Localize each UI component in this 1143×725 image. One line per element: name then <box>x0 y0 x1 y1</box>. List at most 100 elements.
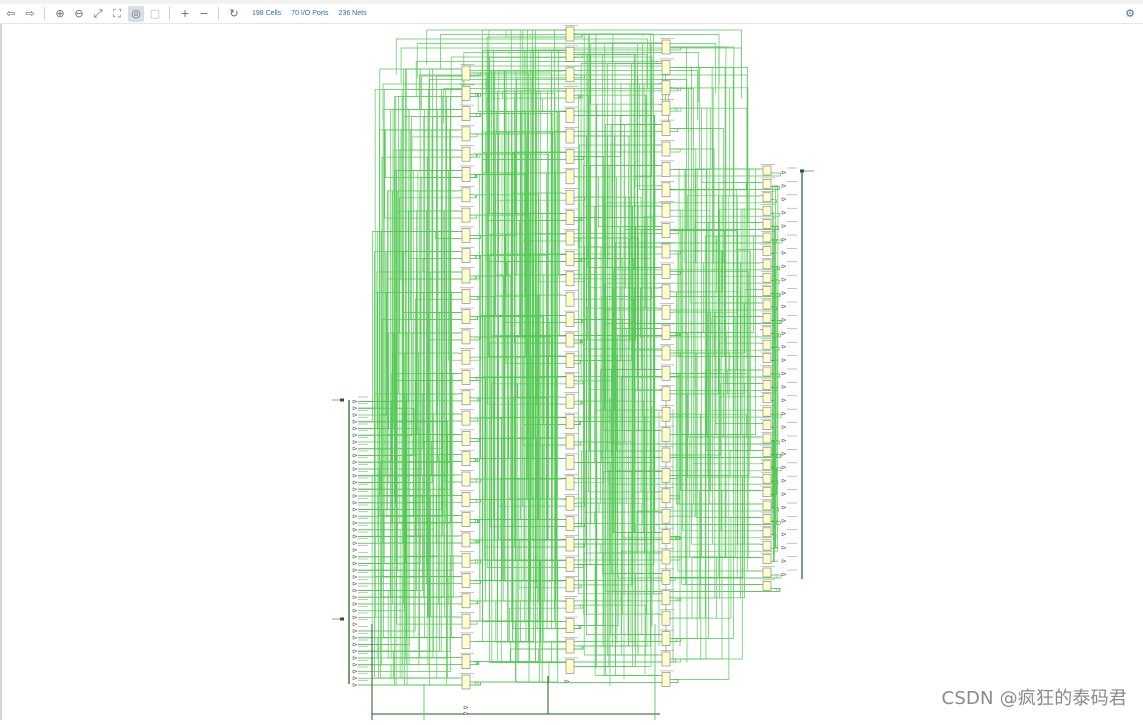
schematic-svg[interactable] <box>0 24 1143 720</box>
fdre-cell <box>462 472 470 486</box>
fdre-cell <box>566 251 574 265</box>
fdre-cell <box>763 474 771 483</box>
input-buffer <box>353 454 357 457</box>
zoom-area-icon: ⛶ <box>113 8 121 19</box>
fdre-cell <box>566 598 574 612</box>
fdre-cell <box>566 476 574 490</box>
fdre-cell <box>662 407 670 421</box>
output-buffer <box>782 573 786 576</box>
fdre-cell <box>566 47 574 61</box>
net-wire <box>473 73 563 112</box>
input-buffer <box>353 663 357 666</box>
fdre-cell <box>566 619 574 633</box>
zoom-out-button[interactable]: ⊖ <box>71 6 87 22</box>
net-wire <box>358 537 459 597</box>
minus-icon: − <box>199 8 208 19</box>
input-buffer <box>353 495 357 498</box>
expand-button[interactable]: + <box>177 6 193 22</box>
net-wire <box>473 398 563 459</box>
fdre-cell <box>462 594 470 608</box>
fdre-cell <box>662 530 670 544</box>
gear-icon: ⚙ <box>1125 7 1135 20</box>
input-buffer <box>353 501 357 504</box>
input-buffer <box>353 609 357 612</box>
output-buffer <box>782 426 786 429</box>
input-buffer <box>353 542 357 545</box>
fdre-cell <box>566 455 574 469</box>
net-wire <box>473 479 563 499</box>
input-buffer <box>353 414 357 417</box>
fdre-cell <box>662 142 670 156</box>
fdre-cell <box>462 574 470 588</box>
fdre-cell <box>662 468 670 482</box>
nets-count-link[interactable]: 236 Nets <box>339 10 367 17</box>
back-button[interactable]: ⇦ <box>3 6 19 22</box>
output-buffer <box>782 412 786 415</box>
fdre-cell <box>566 170 574 184</box>
fdre-cell <box>566 109 574 123</box>
fdre-cell <box>566 292 574 306</box>
net-wire <box>432 171 479 300</box>
io-ports-count-link[interactable]: 70 I/O Ports <box>291 10 328 17</box>
fdre-cell <box>566 272 574 286</box>
net-wire <box>473 642 563 662</box>
fdre-cell <box>662 632 670 646</box>
zoom-in-button[interactable]: ⊕ <box>52 6 68 22</box>
net-wire <box>639 84 777 190</box>
fdre-cell <box>763 528 771 537</box>
output-buffer <box>782 452 786 455</box>
settings-button[interactable]: ⚙ <box>1123 6 1137 20</box>
fdre-cell <box>566 231 574 245</box>
input-buffer <box>353 562 357 565</box>
fdre-cell <box>662 40 670 54</box>
fdre-cell <box>763 166 771 175</box>
forward-button[interactable]: ⇨ <box>22 6 38 22</box>
output-buffer <box>782 184 786 187</box>
reload-button[interactable]: ↻ <box>226 6 242 22</box>
input-buffer <box>353 474 357 477</box>
output-buffer <box>782 359 786 362</box>
fdre-cell <box>662 326 670 340</box>
net-wire <box>496 598 681 642</box>
fdre-cell <box>566 415 574 429</box>
fdre-cell <box>462 533 470 547</box>
cells-count-link[interactable]: 198 Cells <box>252 10 281 17</box>
net-wire <box>433 114 481 658</box>
net-wire <box>438 110 478 462</box>
fdre-cell <box>662 448 670 462</box>
fdre-cell <box>662 387 670 401</box>
fdre-cell <box>763 354 771 363</box>
output-buffer <box>782 305 786 308</box>
input-buffer <box>353 535 357 538</box>
zoom-area-button[interactable]: ⛶ <box>109 6 125 22</box>
column-1-cells <box>459 65 474 690</box>
net-wire <box>473 378 563 561</box>
collapse-button[interactable]: − <box>196 6 212 22</box>
fdre-cell <box>662 285 670 299</box>
schematic-canvas[interactable] <box>0 24 1143 720</box>
output-buffer <box>782 560 786 563</box>
output-buffer <box>782 439 786 442</box>
fdre-cell <box>763 287 771 296</box>
input-buffer <box>353 522 357 525</box>
net-wire <box>473 622 563 682</box>
net-wire <box>473 601 563 622</box>
zoom-fit-button[interactable]: ⤢ <box>90 6 106 22</box>
net-wire <box>473 662 563 682</box>
input-buffer <box>353 657 357 660</box>
output-buffer <box>782 278 786 281</box>
output-buffer <box>782 211 786 214</box>
fdre-cell <box>462 188 470 202</box>
output-buffer <box>782 479 786 482</box>
regenerate-button[interactable]: ▢ <box>147 6 163 22</box>
output-buffer <box>782 171 786 174</box>
output-buffer <box>782 546 786 549</box>
fdre-cell <box>662 60 670 74</box>
fdre-cell <box>763 501 771 510</box>
fdre-cell <box>763 220 771 229</box>
fdre-cell <box>566 496 574 510</box>
fdre-cell <box>566 639 574 653</box>
fdre-cell <box>763 461 771 470</box>
fdre-cell <box>662 570 670 584</box>
auto-fit-button[interactable]: ◎ <box>128 6 144 22</box>
